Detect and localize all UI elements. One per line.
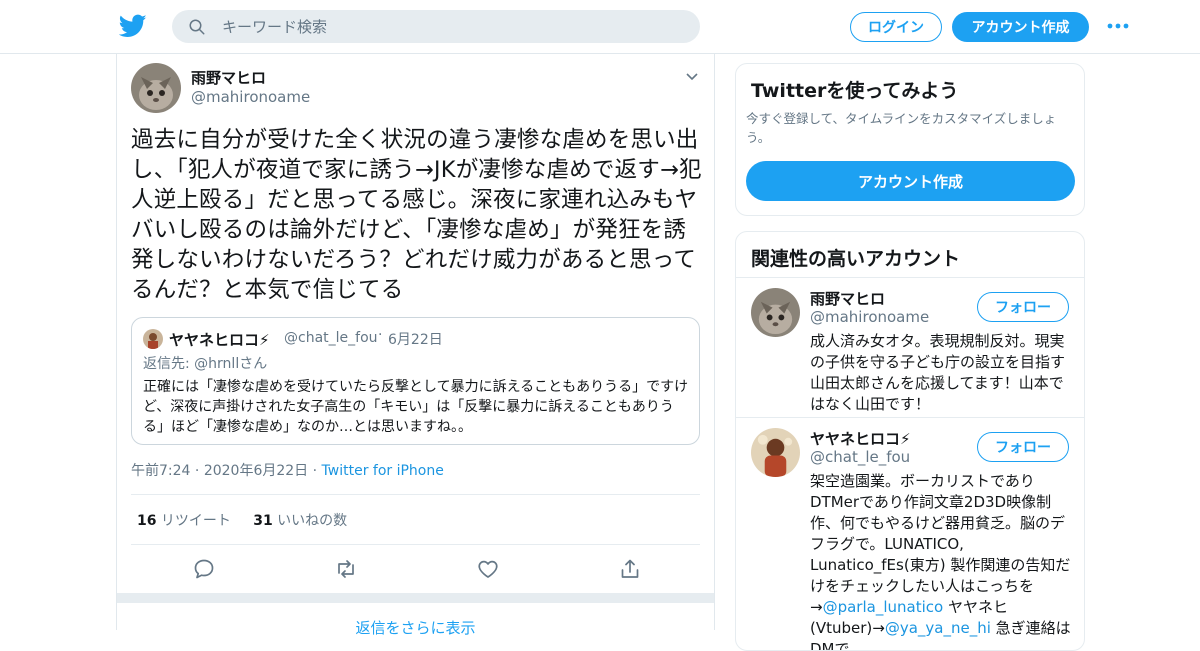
section-divider [117, 593, 714, 603]
like-icon[interactable] [476, 557, 500, 581]
search-bar[interactable] [172, 10, 700, 43]
related-accounts-title: 関連性の高いアカウント [751, 248, 961, 270]
more-dots-icon[interactable] [1106, 21, 1130, 31]
signup-promo-card: Twitterを使ってみよう 今すぐ登録して、タイムラインをカスタマイズしましょ… [735, 63, 1085, 216]
divider [131, 544, 700, 545]
account-handle[interactable]: @mahironoame [810, 308, 929, 326]
tweet-source[interactable]: Twitter for iPhone [322, 463, 444, 479]
account-name[interactable]: 雨野マヒロ [810, 288, 885, 309]
account-bio: 架空造園業。ボーカリストでありDTMerであり作詞文章2D3D映像制作、何でもや… [810, 471, 1072, 650]
avatar[interactable] [751, 428, 800, 477]
related-accounts-card: 関連性の高いアカウント 雨野マヒロ @mahironoame フォロー 成人済み… [735, 231, 1085, 651]
retweet-count: 16 [137, 513, 157, 529]
tweet-date[interactable]: 2020年6月22日 [204, 463, 308, 479]
reply-to-user[interactable]: @hrnllさん [194, 356, 267, 372]
promo-title: Twitterを使ってみよう [751, 80, 959, 102]
account-name[interactable]: ヤヤネヒロコ⚡ [810, 428, 911, 449]
promo-subtitle: 今すぐ登録して、タイムラインをカスタマイズしましょう。 [746, 111, 1057, 145]
avatar[interactable] [751, 288, 800, 337]
retweet-icon[interactable] [334, 557, 358, 581]
show-more-replies-link[interactable]: 返信をさらに表示 [117, 617, 714, 638]
twitter-bird-icon[interactable] [119, 12, 147, 40]
divider [736, 277, 1084, 278]
like-count: 31 [253, 513, 273, 529]
account-handle[interactable]: @chat_le_fou [810, 448, 910, 466]
tweet-stats: 16 リツイート 31 いいねの数 [137, 510, 347, 530]
reply-icon[interactable] [192, 557, 216, 581]
like-stat[interactable]: 31 いいねの数 [253, 513, 347, 529]
reply-to-prefix: 返信先: [143, 356, 195, 372]
signup-button[interactable]: アカウント作成 [952, 12, 1089, 42]
author-handle[interactable]: @mahironoame [191, 88, 310, 106]
bio-mention-link[interactable]: @parla_lunatico [823, 598, 944, 616]
bio-mention-link[interactable]: @ya_ya_ne_hi [885, 619, 991, 637]
tweet-detail: 雨野マヒロ @mahironoame 過去に自分が受けた全く状況の違う凄惨な虐め… [116, 54, 715, 637]
divider [736, 417, 1084, 418]
quoted-author-handle: @chat_le_fou [284, 330, 378, 346]
author-name[interactable]: 雨野マヒロ [191, 67, 266, 88]
top-bar: ログイン アカウント作成 [0, 0, 1200, 54]
chevron-down-icon[interactable] [685, 70, 699, 84]
divider [131, 494, 700, 495]
retweet-stat[interactable]: 16 リツイート [137, 513, 231, 529]
retweet-label: リツイート [156, 513, 231, 529]
quoted-author-name: ヤヤネヒロコ⚡ [169, 331, 270, 349]
account-bio: 成人済み女オタ。表現規制反対。現実の子供を守る子ども庁の設立を目指す山田太郎さん… [810, 332, 1066, 413]
follow-button[interactable]: フォロー [977, 432, 1069, 462]
tweet-actions [131, 557, 700, 581]
search-icon [189, 19, 205, 35]
bio-text: 架空造園業。ボーカリストでありDTMerであり作詞文章2D3D映像制作、何でもや… [810, 472, 1071, 616]
share-icon[interactable] [618, 557, 642, 581]
quoted-date: 6月22日 [388, 332, 443, 348]
quoted-avatar [143, 329, 163, 349]
search-input[interactable] [222, 10, 682, 43]
like-label: いいねの数 [272, 513, 348, 529]
meta-separator: · [190, 463, 204, 479]
promo-signup-button[interactable]: アカウント作成 [746, 161, 1075, 201]
quoted-reply-to: 返信先: @hrnllさん [143, 353, 267, 373]
login-button[interactable]: ログイン [850, 12, 942, 42]
quoted-text: 正確には「凄惨な虐めを受けていたら反撃として暴力に訴えることもありうる」ですけど… [143, 379, 689, 435]
tweet-text: 過去に自分が受けた全く状況の違う凄惨な虐めを思い出し、「犯人が夜道で家に誘う→J… [131, 127, 702, 303]
tweet-time[interactable]: 午前7:24 [131, 463, 190, 479]
quoted-tweet[interactable]: ヤヤネヒロコ⚡ @chat_le_fou · 6月22日 返信先: @hrnll… [131, 317, 700, 445]
quoted-separator: · [378, 327, 383, 343]
tweet-meta: 午前7:24 · 2020年6月22日 · Twitter for iPhone [131, 460, 444, 480]
follow-button[interactable]: フォロー [977, 292, 1069, 322]
avatar[interactable] [131, 63, 181, 113]
meta-separator: · [308, 463, 322, 479]
